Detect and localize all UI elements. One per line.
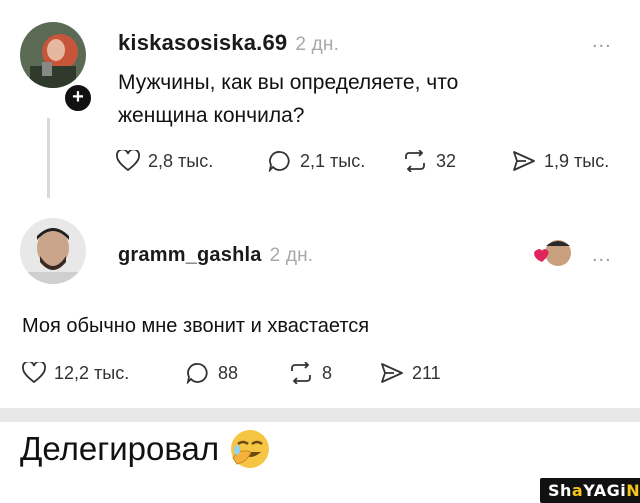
avatar[interactable] (20, 22, 86, 88)
avatar[interactable] (20, 218, 86, 284)
post1-username[interactable]: kiskasosiska.69 2 дн. (118, 30, 339, 56)
post1-text: Мужчины, как вы определяете, что женщина… (118, 71, 459, 127)
post1-replies: 2,1 тыс. (300, 150, 366, 171)
post2-like-button[interactable]: 12,2 тыс. (22, 362, 129, 384)
post2-reply-button[interactable]: 88 (186, 362, 238, 384)
post1-likes: 2,8 тыс. (148, 150, 214, 171)
post1-reposts: 32 (436, 150, 457, 171)
send-icon (513, 151, 535, 171)
liked-by-author-icon (532, 238, 572, 270)
send-icon (381, 363, 403, 383)
post2-username[interactable]: gramm_gashla 2 дн. (118, 244, 313, 267)
comment-icon (268, 151, 290, 172)
watermark-logo: ShaYAGiNet (540, 478, 640, 503)
post1-like-button[interactable]: 2,8 тыс. (116, 150, 213, 172)
post1-shares: 1,9 тыс. (544, 150, 610, 171)
caption: Делегировал (20, 428, 271, 470)
post2-repost-button[interactable]: 8 (288, 362, 332, 384)
post2-age: 2 дн. (269, 245, 314, 266)
section-divider (0, 408, 640, 422)
follow-badge-icon[interactable]: + (62, 82, 94, 114)
post1-age: 2 дн. (295, 34, 340, 55)
repost-icon (291, 362, 311, 384)
post1-more-icon[interactable]: ... (592, 30, 612, 53)
post2-text: Моя обычно мне звонит и хвастается (22, 315, 370, 337)
heart-icon (22, 362, 46, 384)
post2-more-icon[interactable]: ... (592, 244, 612, 267)
comment-icon (186, 363, 208, 384)
facepalm-laugh-emoji-icon (231, 430, 270, 468)
post2-share-button[interactable]: 211 (380, 362, 441, 384)
post1-reply-button[interactable]: 2,1 тыс. (268, 150, 365, 172)
post2-reposts: 8 (322, 362, 333, 383)
post2-likes: 12,2 тыс. (54, 362, 130, 383)
post1-repost-button[interactable]: 32 (402, 150, 456, 172)
post2-replies: 88 (218, 362, 239, 383)
post1-share-button[interactable]: 1,9 тыс. (512, 150, 609, 172)
caption-text: Делегировал (20, 430, 220, 467)
post2-shares: 211 (412, 362, 441, 383)
heart-icon (116, 150, 140, 172)
thread-line (47, 118, 50, 198)
repost-icon (405, 150, 425, 172)
